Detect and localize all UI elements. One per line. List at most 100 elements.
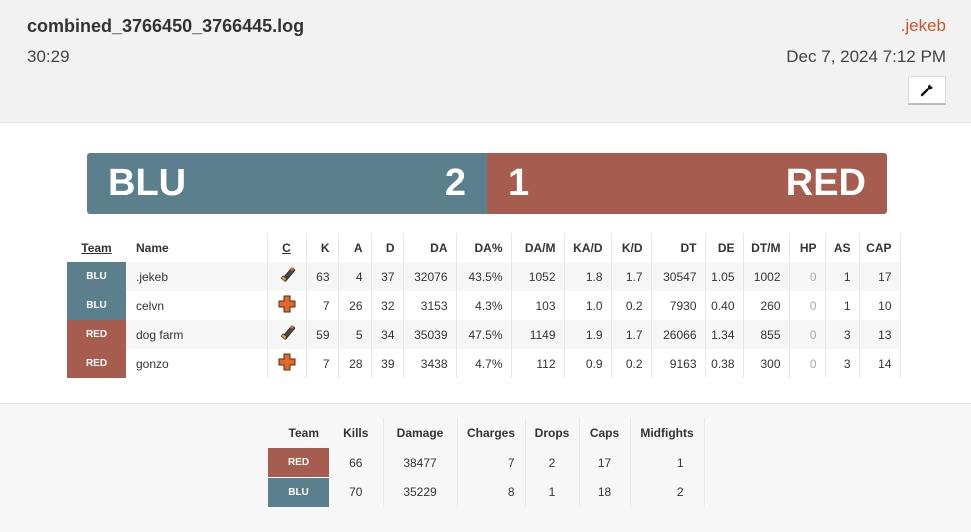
- assists: 4: [338, 262, 372, 291]
- col-assists[interactable]: A: [338, 233, 372, 262]
- damage: 3153: [403, 291, 457, 320]
- de: 1.05: [705, 262, 744, 291]
- damage-taken: 30547: [651, 262, 706, 291]
- kills: 59: [306, 320, 339, 349]
- col-deaths[interactable]: D: [371, 233, 404, 262]
- col-team: Team: [288, 426, 319, 440]
- scoreboard: BLU 2 1 RED: [87, 153, 887, 214]
- team-badge: RED: [268, 448, 329, 478]
- col-class[interactable]: C: [267, 233, 307, 262]
- red-score-panel: 1 RED: [487, 153, 887, 214]
- kd: 0.2: [611, 291, 652, 320]
- heals: 0: [789, 349, 826, 378]
- uploader-link[interactable]: .jekeb: [901, 16, 946, 36]
- col-kills[interactable]: K: [306, 233, 339, 262]
- dtm: 260: [743, 291, 790, 320]
- captures: 14: [859, 349, 901, 378]
- kills: 63: [306, 262, 339, 291]
- kad: 1.8: [564, 262, 612, 291]
- col-team[interactable]: Team: [67, 233, 126, 262]
- class-cell: [267, 262, 307, 291]
- team-badge: BLU: [67, 262, 126, 291]
- player-name[interactable]: dog farm: [126, 320, 268, 349]
- damage-pct: 4.3%: [456, 291, 512, 320]
- team-badge: BLU: [268, 477, 329, 507]
- col-airshots[interactable]: AS: [825, 233, 860, 262]
- damage: 35039: [403, 320, 457, 349]
- blu-team-label: BLU: [108, 162, 187, 204]
- col-damage[interactable]: DA: [403, 233, 457, 262]
- kd: 1.7: [611, 262, 652, 291]
- player-name[interactable]: gonzo: [126, 349, 268, 378]
- team-caps: 17: [579, 448, 631, 478]
- class-cell: [267, 291, 307, 320]
- kad: 1.0: [564, 291, 612, 320]
- heals: 0: [789, 262, 826, 291]
- col-kad[interactable]: KA/D: [564, 233, 612, 262]
- team-row: RED 66 38477 7 2 17 1: [268, 448, 705, 478]
- player-name[interactable]: celvn: [126, 291, 268, 320]
- airshots: 3: [825, 320, 860, 349]
- col-dtm[interactable]: DT/M: [743, 233, 790, 262]
- damage-per-min: 112: [511, 349, 565, 378]
- class-cell: [267, 349, 307, 378]
- col-drops: Drops: [525, 418, 580, 448]
- dtm: 855: [743, 320, 790, 349]
- damage-taken: 9163: [651, 349, 706, 378]
- deaths: 37: [371, 262, 404, 291]
- de: 0.40: [705, 291, 744, 320]
- team-charges: 8: [457, 477, 526, 507]
- class-cell: [267, 320, 307, 349]
- heals: 0: [789, 320, 826, 349]
- captures: 17: [859, 262, 901, 291]
- col-damage: Damage: [383, 418, 458, 448]
- team-kills: 66: [329, 448, 384, 478]
- deaths: 39: [371, 349, 404, 378]
- player-row: BLU .jekeb 63 4 37 32076 43.5% 1052 1.8 …: [67, 262, 901, 291]
- col-damage-pct[interactable]: DA%: [456, 233, 512, 262]
- pyro-icon: [280, 267, 295, 282]
- log-header: combined_3766450_3766445.log 30:29 .jeke…: [0, 0, 971, 123]
- team-badge: BLU: [67, 291, 126, 320]
- pyro-icon: [280, 325, 295, 340]
- col-kd[interactable]: K/D: [611, 233, 652, 262]
- player-stats-table: Team Name C K A D DA DA% DA/M KA/D K/D D…: [67, 233, 901, 378]
- damage-pct: 43.5%: [456, 262, 512, 291]
- dtm: 1002: [743, 262, 790, 291]
- damage-per-min: 103: [511, 291, 565, 320]
- col-captures[interactable]: CAP: [859, 233, 901, 262]
- team-row: BLU 70 35229 8 1 18 2: [268, 477, 705, 507]
- heals: 0: [789, 291, 826, 320]
- match-duration: 30:29: [27, 47, 70, 66]
- team-caps: 18: [579, 477, 631, 507]
- col-hp[interactable]: HP: [789, 233, 826, 262]
- col-damage-taken[interactable]: DT: [651, 233, 706, 262]
- assists: 28: [338, 349, 372, 378]
- col-de[interactable]: DE: [705, 233, 744, 262]
- team-midfights: 1: [630, 448, 705, 478]
- red-team-label: RED: [785, 162, 866, 204]
- damage-taken: 7930: [651, 291, 706, 320]
- team-badge: RED: [67, 349, 126, 378]
- team-table-header: Team Kills Damage Charges Drops Caps Mid…: [268, 418, 705, 448]
- team-badge: RED: [67, 320, 126, 349]
- assists: 26: [338, 291, 372, 320]
- player-row: BLU celvn 7 26 32 3153 4.3% 103 1.0 0.2 …: [67, 291, 901, 320]
- damage: 3438: [403, 349, 457, 378]
- team-kills: 70: [329, 477, 384, 507]
- player-row: RED dog farm 59 5 34 35039 47.5% 1149 1.…: [67, 320, 901, 349]
- player-name[interactable]: .jekeb: [126, 262, 268, 291]
- col-name[interactable]: Name: [126, 233, 268, 262]
- col-caps: Caps: [579, 418, 631, 448]
- col-damage-per-min[interactable]: DA/M: [511, 233, 565, 262]
- dtm: 300: [743, 349, 790, 378]
- red-score: 1: [508, 162, 530, 204]
- damage-per-min: 1052: [511, 262, 565, 291]
- assists: 5: [338, 320, 372, 349]
- deaths: 32: [371, 291, 404, 320]
- tools-button[interactable]: [908, 76, 946, 105]
- col-midfights: Midfights: [630, 418, 705, 448]
- kills: 7: [306, 291, 339, 320]
- damage-per-min: 1149: [511, 320, 565, 349]
- col-charges: Charges: [457, 418, 526, 448]
